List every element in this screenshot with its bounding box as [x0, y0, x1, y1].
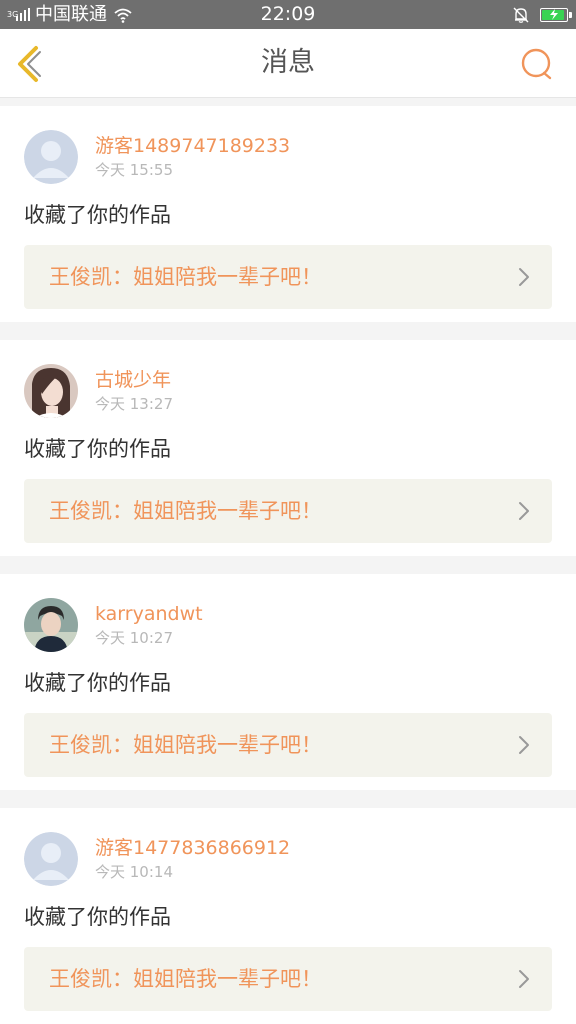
chevron-right-icon [519, 970, 529, 988]
avatar[interactable] [24, 598, 78, 652]
user-photo-icon [24, 598, 78, 652]
battery-icon [540, 7, 572, 22]
work-link[interactable]: 王俊凯：姐姐陪我一辈子吧！ [24, 713, 552, 777]
chevron-right-icon [519, 268, 529, 286]
status-right [512, 5, 572, 24]
user-photo-icon [24, 364, 78, 418]
avatar[interactable] [24, 364, 78, 418]
mute-bell-icon [513, 7, 529, 23]
avatar[interactable] [24, 832, 78, 886]
work-link[interactable]: 王俊凯：姐姐陪我一辈子吧！ [24, 479, 552, 543]
message-card: karryandwt 今天 10:27 收藏了你的作品 王俊凯：姐姐陪我一辈子吧… [0, 574, 576, 790]
status-bar: 3G 中国联通 22:09 [0, 0, 576, 29]
chevron-right-icon [519, 502, 529, 520]
default-avatar-icon [24, 832, 78, 886]
avatar[interactable] [24, 130, 78, 184]
work-title: 王俊凯：姐姐陪我一辈子吧！ [49, 499, 322, 523]
charging-icon [550, 8, 558, 20]
work-link[interactable]: 王俊凯：姐姐陪我一辈子吧！ [24, 947, 552, 1011]
message-text: 收藏了你的作品 [24, 437, 171, 461]
clock: 22:09 [260, 3, 316, 25]
message-text: 收藏了你的作品 [24, 671, 171, 695]
default-avatar-icon [24, 130, 78, 184]
message-card: 游客1477836866912 今天 10:14 收藏了你的作品 王俊凯：姐姐陪… [0, 808, 576, 1024]
work-link[interactable]: 王俊凯：姐姐陪我一辈子吧！ [24, 245, 552, 309]
message-time: 今天 15:55 [95, 161, 173, 179]
message-time: 今天 13:27 [95, 395, 173, 413]
search-button[interactable] [520, 47, 554, 81]
message-card: 游客1489747189233 今天 15:55 收藏了你的作品 王俊凯：姐姐陪… [0, 106, 576, 322]
message-time: 今天 10:14 [95, 863, 173, 881]
work-title: 王俊凯：姐姐陪我一辈子吧！ [49, 967, 322, 991]
username[interactable]: 游客1477836866912 [95, 836, 290, 860]
message-time: 今天 10:27 [95, 629, 173, 647]
nav-bar: 消息 [0, 29, 576, 98]
username[interactable]: 古城少年 [95, 368, 171, 392]
message-text: 收藏了你的作品 [24, 203, 171, 227]
username[interactable]: karryandwt [95, 602, 203, 626]
message-card: 古城少年 今天 13:27 收藏了你的作品 王俊凯：姐姐陪我一辈子吧！ [0, 340, 576, 556]
search-icon [521, 48, 552, 80]
chevron-right-icon [519, 736, 529, 754]
work-title: 王俊凯：姐姐陪我一辈子吧！ [49, 265, 322, 289]
page-title: 消息 [261, 47, 315, 78]
work-title: 王俊凯：姐姐陪我一辈子吧！ [49, 733, 322, 757]
message-text: 收藏了你的作品 [24, 905, 171, 929]
username[interactable]: 游客1489747189233 [95, 134, 290, 158]
